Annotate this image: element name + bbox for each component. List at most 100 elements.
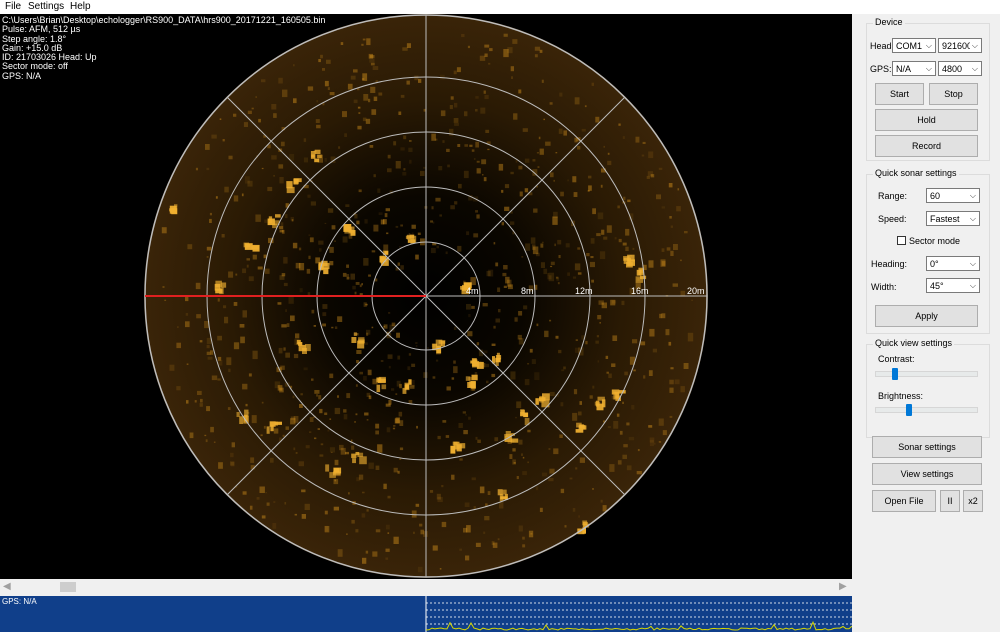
menu-help[interactable]: Help — [70, 1, 91, 13]
open-file-button[interactable]: Open File — [872, 490, 936, 512]
echo-speckle — [510, 66, 514, 72]
echo-speckle — [411, 363, 416, 367]
head-baud-select[interactable]: 921600 ⌵ — [938, 38, 982, 53]
gps-baud-select[interactable]: 4800 ⌵ — [938, 61, 982, 76]
brightness-slider-thumb[interactable] — [906, 404, 913, 416]
echo-speckle — [597, 315, 602, 320]
echo-speckle — [491, 373, 496, 378]
apply-button[interactable]: Apply — [875, 305, 978, 327]
echo-blob — [305, 344, 311, 352]
echo-speckle — [441, 521, 447, 528]
echo-speckle — [453, 118, 459, 123]
scroll-thumb[interactable] — [60, 582, 76, 592]
scroll-left-icon[interactable]: ◀ — [3, 580, 11, 594]
echo-speckle — [485, 129, 490, 133]
echo-blob — [623, 256, 630, 261]
echo-speckle — [271, 155, 277, 160]
echo-speckle — [606, 371, 609, 374]
echo-speckle — [512, 448, 516, 452]
echo-speckle — [206, 256, 209, 258]
brightness-slider-track[interactable] — [875, 407, 978, 413]
echo-speckle — [413, 531, 415, 534]
echo-speckle — [614, 237, 617, 240]
echo-speckle — [487, 491, 491, 495]
echo-speckle — [211, 134, 217, 139]
echo-speckle — [357, 125, 362, 130]
menu-settings[interactable]: Settings — [28, 1, 64, 13]
echo-speckle — [612, 335, 618, 341]
echo-speckle — [295, 452, 298, 454]
echo-speckle — [586, 253, 590, 257]
echo-speckle — [502, 272, 507, 277]
gps-baud-value: 4800 — [942, 64, 963, 74]
sonar-settings-button[interactable]: Sonar settings — [872, 436, 982, 458]
sonar-display[interactable]: 4m 8m 12m 16m 20m C:\Users\Brian\Desktop… — [0, 14, 852, 579]
echo-blob — [510, 438, 519, 443]
echo-speckle — [658, 418, 664, 426]
echo-speckle — [559, 434, 563, 438]
echo-speckle — [423, 108, 426, 112]
view-settings-button[interactable]: View settings — [872, 463, 982, 485]
echo-blob — [408, 379, 412, 385]
width-label: Width: — [871, 282, 897, 292]
echo-speckle — [320, 443, 324, 446]
echo-speckle — [356, 360, 359, 364]
echo-speckle — [659, 313, 663, 319]
echo-speckle — [453, 70, 457, 75]
echo-speckle — [242, 491, 247, 495]
echo-speckle — [623, 444, 628, 448]
range-select[interactable]: 60 ⌵ — [926, 188, 980, 203]
width-value: 45° — [930, 281, 944, 291]
chevron-down-icon: ⌵ — [969, 281, 976, 290]
echo-speckle — [592, 385, 595, 389]
echo-speckle — [318, 395, 322, 400]
echo-speckle — [592, 488, 594, 490]
speed-x2-button[interactable]: x2 — [963, 490, 983, 512]
echo-speckle — [369, 145, 374, 148]
echo-speckle — [531, 359, 536, 364]
stop-button[interactable]: Stop — [929, 83, 978, 105]
echo-speckle — [278, 164, 284, 169]
start-button[interactable]: Start — [875, 83, 924, 105]
echo-speckle — [437, 496, 443, 503]
echo-speckle — [343, 414, 348, 420]
echo-speckle — [578, 515, 580, 518]
gps-strip-plot — [425, 596, 852, 632]
contrast-slider-thumb[interactable] — [892, 368, 899, 380]
echo-blob — [601, 399, 606, 408]
hold-button[interactable]: Hold — [875, 109, 978, 131]
echo-speckle — [563, 366, 566, 370]
echo-speckle — [411, 232, 414, 235]
echo-speckle — [280, 365, 285, 370]
scroll-right-icon[interactable]: ▶ — [839, 580, 847, 594]
playback-scrollbar[interactable]: ◀ ▶ — [0, 579, 852, 596]
gps-port-select[interactable]: N/A ⌵ — [892, 61, 936, 76]
echo-speckle — [445, 435, 450, 438]
record-button[interactable]: Record — [875, 135, 978, 157]
echo-speckle — [420, 170, 425, 176]
echo-speckle — [377, 444, 383, 453]
echo-speckle — [223, 305, 227, 309]
echo-speckle — [505, 276, 510, 284]
echo-speckle — [371, 326, 374, 329]
pause-button[interactable]: II — [940, 490, 960, 512]
echo-speckle — [459, 458, 463, 461]
echo-speckle — [578, 411, 582, 416]
heading-select[interactable]: 0° ⌵ — [926, 256, 980, 271]
echo-speckle — [366, 509, 369, 512]
echo-speckle — [463, 430, 468, 435]
echo-speckle — [684, 231, 688, 234]
echo-speckle — [248, 373, 252, 377]
head-port-select[interactable]: COM1 ⌵ — [892, 38, 936, 53]
contrast-slider-track[interactable] — [875, 371, 978, 377]
width-select[interactable]: 45° ⌵ — [926, 278, 980, 293]
heading-label: Heading: — [871, 259, 908, 269]
echo-speckle — [423, 372, 428, 378]
echo-speckle — [327, 87, 330, 90]
speed-select[interactable]: Fastest ⌵ — [926, 211, 980, 226]
sector-mode-checkbox[interactable] — [897, 236, 906, 245]
echo-speckle — [293, 98, 297, 104]
menu-file[interactable]: File — [5, 1, 21, 13]
echo-speckle — [317, 428, 320, 430]
echo-speckle — [518, 439, 523, 445]
